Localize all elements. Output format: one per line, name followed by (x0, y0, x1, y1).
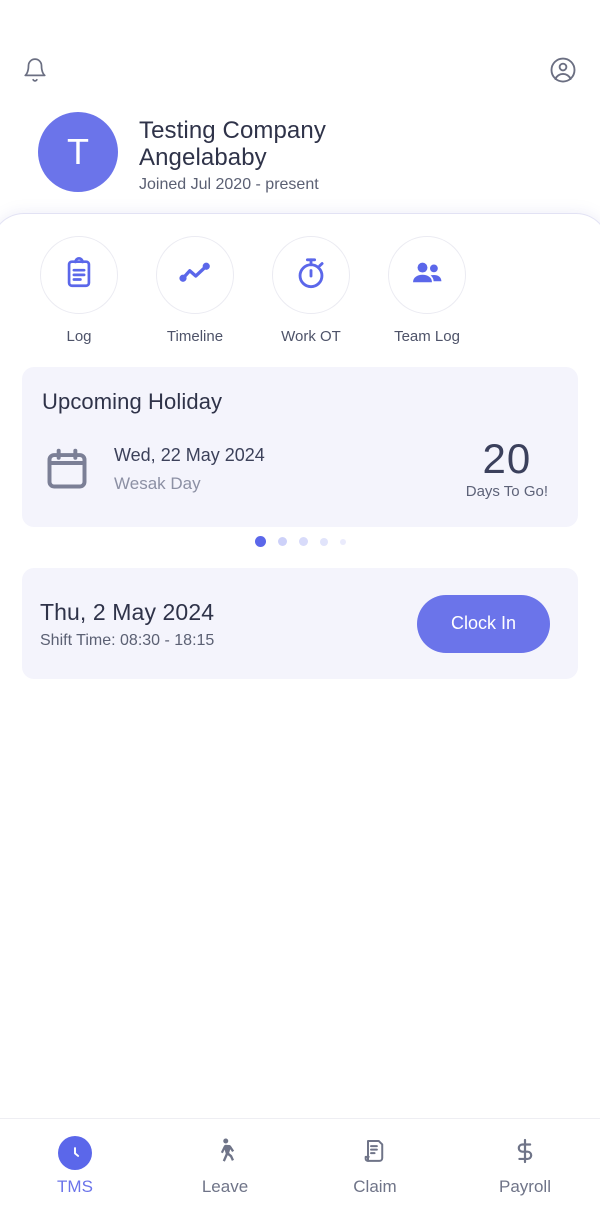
nav-item-leave[interactable]: Leave (150, 1119, 300, 1226)
account-circle-icon[interactable] (548, 55, 578, 85)
top-bar (0, 44, 600, 96)
clipboard-icon (62, 256, 96, 295)
bell-icon[interactable] (22, 57, 48, 83)
nav-claim-icon-wrap (361, 1133, 389, 1173)
shift-date: Thu, 2 May 2024 (40, 599, 215, 625)
upcoming-holiday-countdown: 20 Days To Go! (465, 435, 552, 501)
quick-action-team-log[interactable]: Team Log (388, 236, 466, 345)
carousel-dot-2[interactable] (298, 537, 308, 546)
quick-action-timeline[interactable]: Timeline (156, 236, 234, 345)
content-panel (0, 214, 600, 1214)
trending-line-icon (177, 255, 213, 296)
carousel-dots (0, 536, 600, 547)
quick-action-timeline-label: Timeline (166, 328, 224, 345)
upcoming-holiday-card[interactable]: Upcoming Holiday Wed, 22 May 2024 Wesak … (22, 367, 578, 527)
walking-person-icon (210, 1136, 240, 1171)
upcoming-holiday-name: Wesak Day (114, 473, 201, 493)
quick-actions-row: Log Timeline Work OT Team Log (8, 236, 592, 345)
nav-item-claim[interactable]: Claim (300, 1119, 450, 1226)
joined-text: Joined Jul 2020 - present (139, 176, 319, 193)
company-name: Testing Company (139, 117, 326, 144)
days-to-go-label: Days To Go! (465, 483, 548, 500)
quick-action-work-ot-circle (272, 236, 350, 314)
nav-tms-icon-wrap (58, 1133, 92, 1173)
bottom-navigation: TMS Leave Claim Payroll (0, 1118, 600, 1226)
shift-card: Thu, 2 May 2024 Shift Time: 08:30 - 18:1… (22, 568, 578, 679)
stopwatch-icon (293, 255, 329, 296)
profile-text: Testing Company Angelababy Joined Jul 20… (139, 112, 326, 196)
avatar: T (38, 112, 118, 192)
quick-action-timeline-circle (156, 236, 234, 314)
upcoming-holiday-info: Wed, 22 May 2024 Wesak Day (108, 443, 466, 495)
nav-claim-label: Claim (353, 1177, 397, 1196)
calendar-icon (42, 444, 108, 494)
dollar-icon (511, 1137, 539, 1170)
quick-action-work-ot[interactable]: Work OT (272, 236, 350, 345)
nav-tms-label: TMS (57, 1177, 93, 1196)
nav-payroll-icon-wrap (511, 1133, 539, 1173)
carousel-dot-1[interactable] (277, 537, 287, 546)
user-name: Angelababy (139, 144, 267, 171)
clock-icon (58, 1136, 92, 1170)
profile-header: T Testing Company Angelababy Joined Jul … (38, 112, 326, 196)
quick-action-log-label: Log (66, 328, 92, 345)
quick-action-team-log-circle (388, 236, 466, 314)
carousel-dot-0[interactable] (254, 536, 266, 547)
nav-leave-label: Leave (201, 1177, 249, 1196)
nav-item-tms[interactable]: TMS (0, 1119, 150, 1226)
days-to-go-count: 20 (482, 435, 532, 482)
shift-time: Shift Time: 08:30 - 18:15 (40, 632, 215, 649)
nav-leave-icon-wrap (210, 1133, 240, 1173)
carousel-dot-4[interactable] (339, 538, 346, 545)
app-screen: T Testing Company Angelababy Joined Jul … (0, 0, 600, 1226)
nav-item-payroll[interactable]: Payroll (450, 1119, 600, 1226)
quick-action-team-log-label: Team Log (394, 328, 460, 345)
upcoming-holiday-date: Wed, 22 May 2024 (114, 444, 265, 465)
clock-in-button[interactable]: Clock In (417, 594, 550, 653)
upcoming-holiday-title: Upcoming Holiday (42, 389, 223, 414)
carousel-dot-3[interactable] (319, 537, 328, 546)
quick-action-work-ot-label: Work OT (281, 328, 341, 345)
avatar-initial: T (67, 131, 89, 172)
nav-payroll-label: Payroll (499, 1177, 551, 1196)
people-group-icon (409, 255, 445, 296)
quick-action-log-circle (40, 236, 118, 314)
quick-action-log[interactable]: Log (40, 236, 118, 345)
receipt-icon (361, 1137, 389, 1170)
upcoming-holiday-row: Wed, 22 May 2024 Wesak Day 20 Days To Go… (42, 437, 552, 500)
shift-info: Thu, 2 May 2024 Shift Time: 08:30 - 18:1… (40, 597, 214, 650)
